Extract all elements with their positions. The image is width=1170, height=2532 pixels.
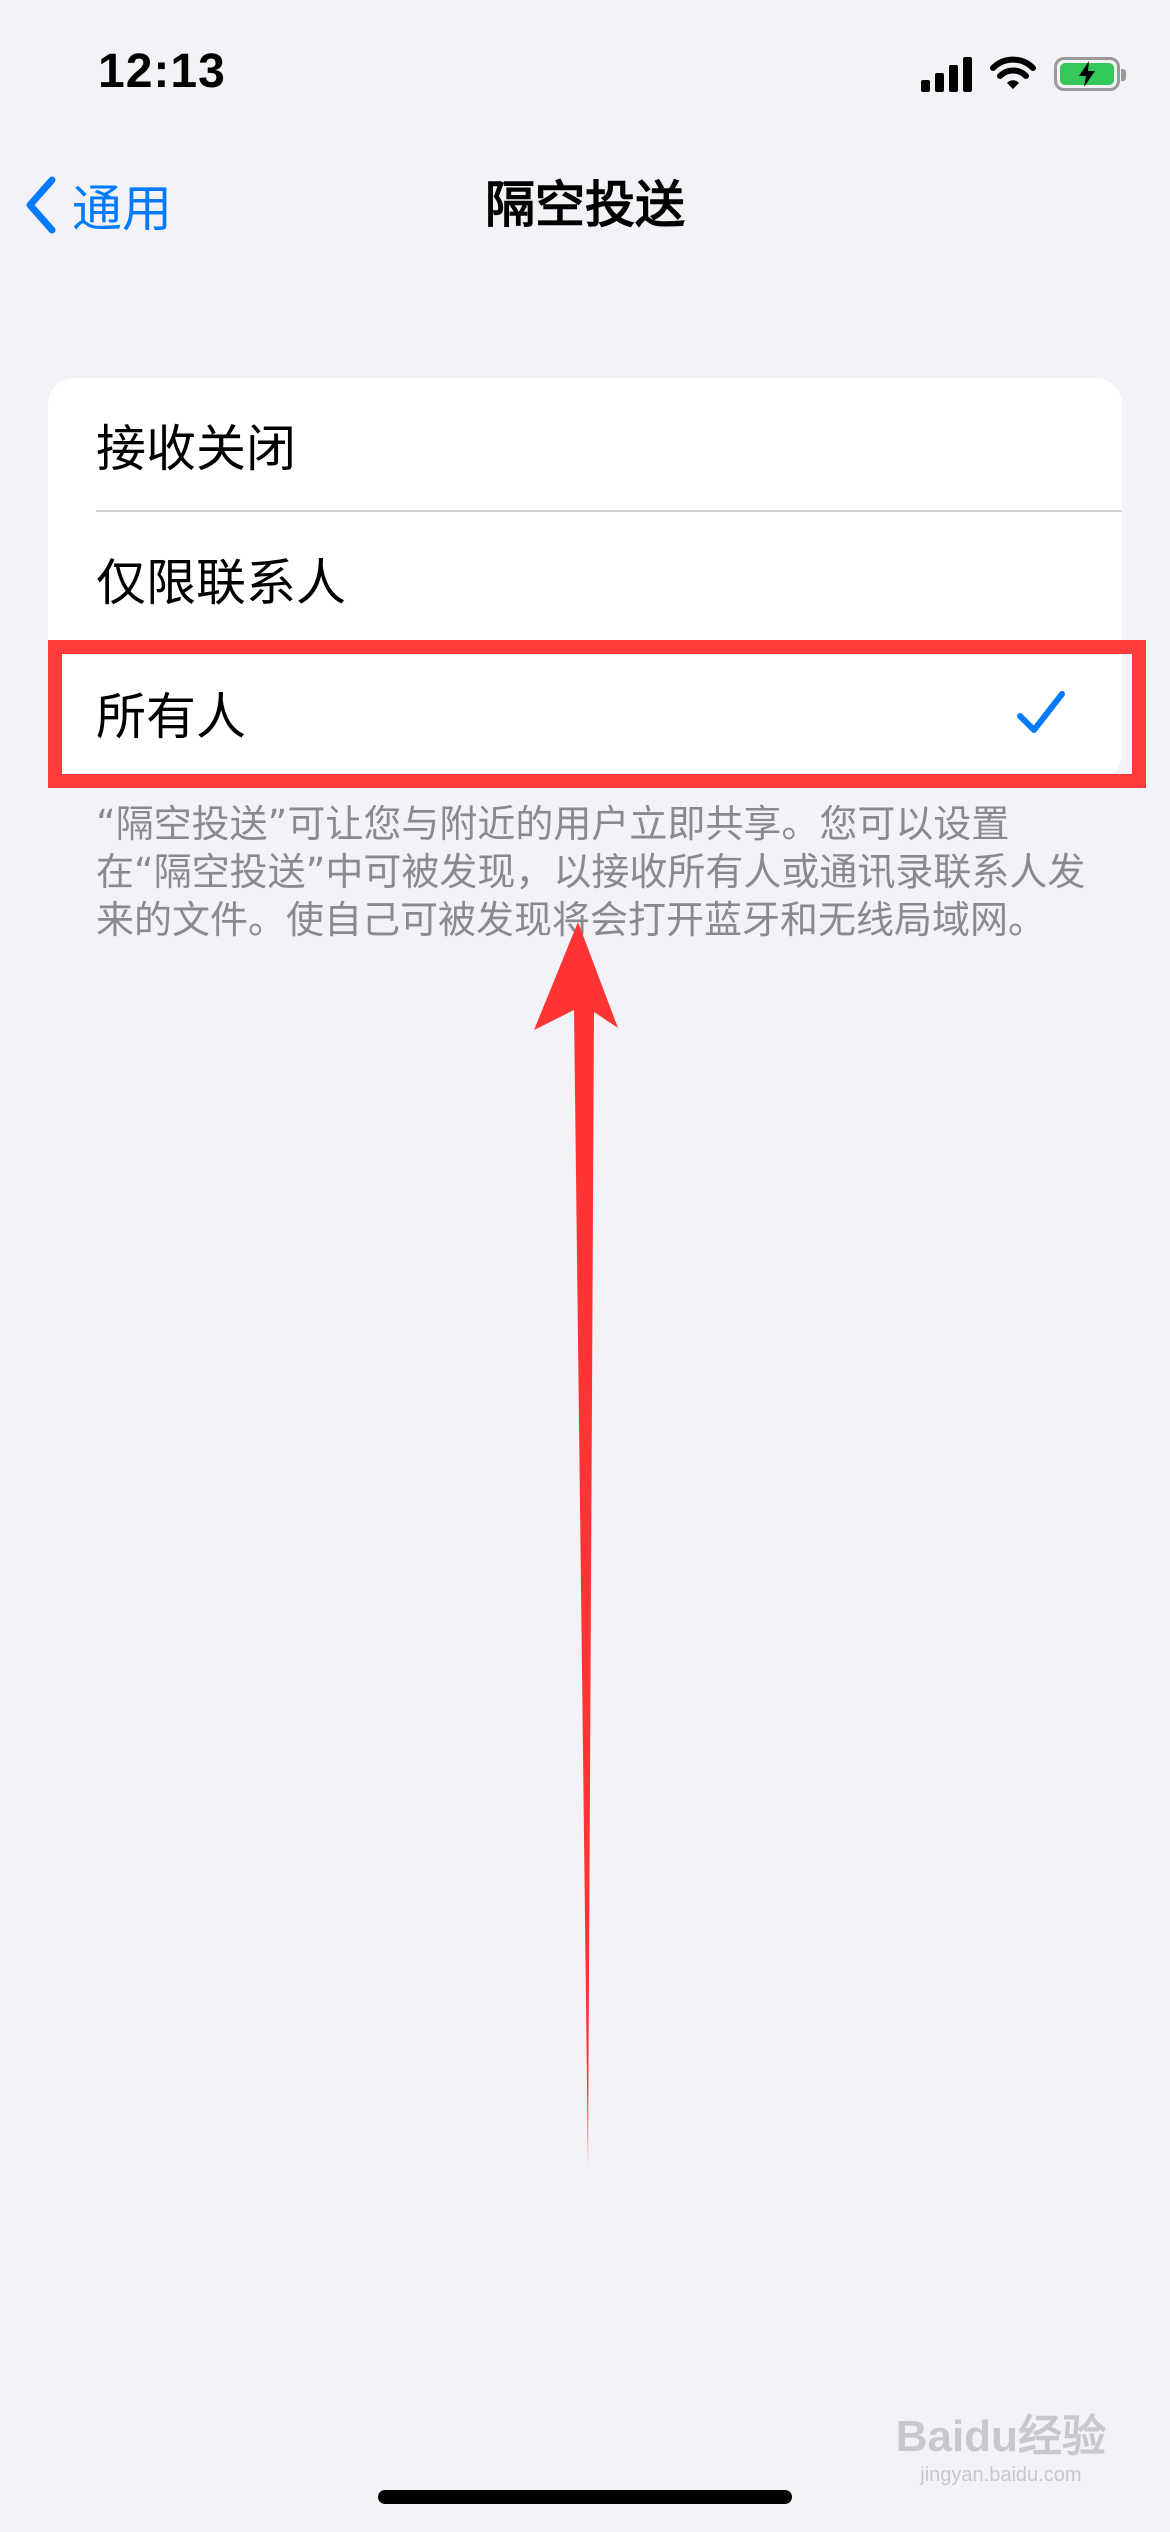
status-icons	[921, 52, 1126, 96]
option-contacts-only[interactable]: 仅限联系人	[48, 512, 1122, 646]
baidu-watermark: Baidu经验 jingyan.baidu.com	[896, 2400, 1106, 2487]
option-receiving-off[interactable]: 接收关闭	[48, 378, 1122, 512]
wifi-icon	[990, 56, 1036, 89]
airdrop-options-list: 接收关闭 仅限联系人 所有人	[48, 378, 1122, 780]
page-title: 隔空投送	[485, 176, 685, 234]
cellular-signal-icon	[921, 56, 972, 92]
option-everyone[interactable]: 所有人	[48, 646, 1122, 780]
checkmark-icon	[1017, 691, 1065, 733]
option-label: 所有人	[96, 688, 246, 746]
footer-description: “隔空投送”可让您与附近的用户立即共享。您可以设置在“隔空投送”中可被发现，以接…	[96, 802, 1086, 942]
watermark-brand: Baidu经验	[895, 2412, 1106, 2461]
watermark-url: jingyan.baidu.com	[920, 2464, 1082, 2486]
option-label: 接收关闭	[96, 420, 296, 478]
status-time: 12:13	[98, 45, 226, 98]
option-label: 仅限联系人	[96, 554, 346, 612]
battery-charging-icon	[1054, 57, 1126, 91]
home-indicator[interactable]	[378, 2490, 792, 2504]
status-bar: 12:13	[0, 0, 1170, 140]
